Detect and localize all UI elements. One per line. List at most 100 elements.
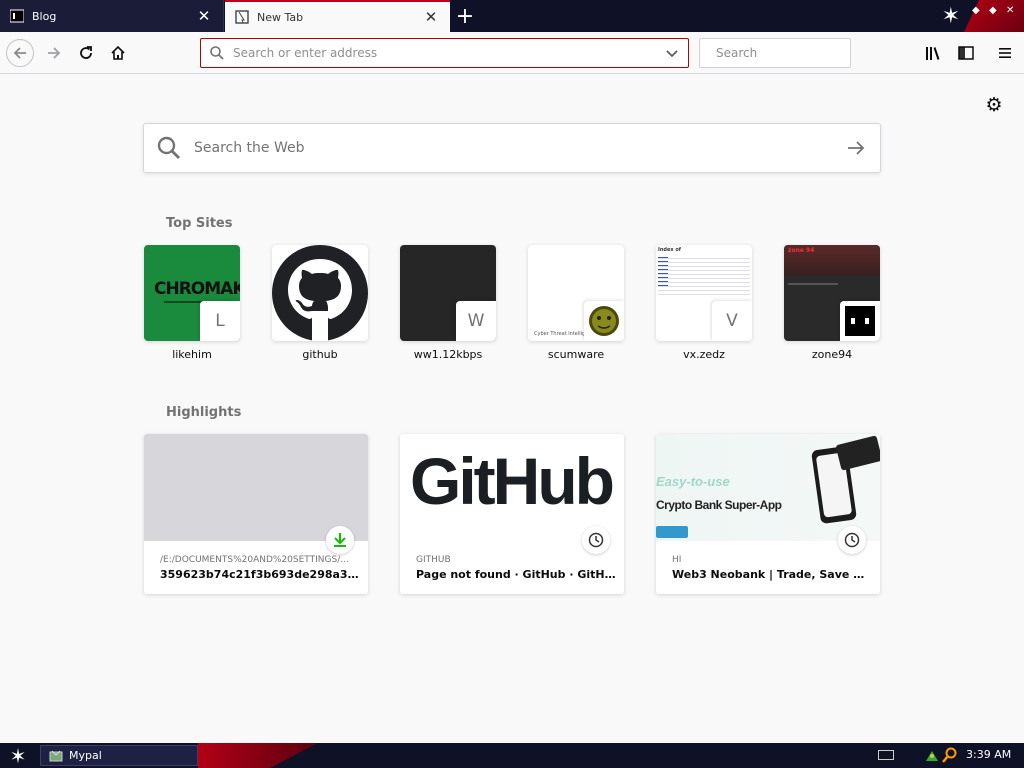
mypal-app-icon [49,750,63,761]
hamburger-menu-icon [999,48,1011,58]
history-badge [582,526,610,554]
promo-button [656,526,688,538]
top-site-zone94[interactable]: zone 94 zone94 [784,245,880,361]
search-bar[interactable] [699,38,866,68]
star-logo-icon: ✶ [941,4,960,29]
highlights-heading: Highlights [166,405,242,420]
maximize-icon[interactable]: ◆ [989,5,997,16]
top-site-vxzedz[interactable]: Index of V vx.zedz [656,245,752,361]
network-tray-icon[interactable] [924,747,940,763]
promo-tagline: Easy-to-use [656,474,730,489]
github-wordmark: GitHub [410,444,615,518]
newtab-favicon-icon [235,10,249,24]
highlight-title: Web3 Neobank | Trade, Save & ... [672,568,872,581]
reload-button[interactable] [72,39,100,67]
new-tab-button[interactable]: + [452,4,478,29]
site-letter-badge: L [200,301,240,341]
taskbar: ✶ Mypal 3:39 AM [0,743,1024,768]
search-input[interactable] [716,46,866,60]
thumbnail-heading: Index of [658,247,681,253]
promo-headline: Crypto Bank Super-App [656,498,782,512]
url-bar[interactable] [200,38,689,68]
card-mockup [835,435,880,471]
forward-button[interactable] [40,39,68,67]
highlight-card[interactable]: GitHub GITHUB Page not found · GitHub · … [400,434,624,594]
top-site-12kbps[interactable]: W ww1.12kbps [400,245,496,361]
search-icon [210,46,224,60]
thumbnail-logo-text: CHROMAK [154,279,240,299]
minimize-icon[interactable]: ◆ [972,5,980,16]
site-favicon-badge [840,301,880,341]
taskbar-item-mypal[interactable]: Mypal [40,745,198,766]
start-button[interactable]: ✶ [4,744,32,768]
site-thumbnail: CHROMAK L [144,245,240,341]
system-clock[interactable]: 3:39 AM [966,748,1011,761]
highlight-source: HI [672,555,682,565]
site-label: github [302,348,338,361]
site-thumbnail [272,245,368,341]
close-tab-icon[interactable]: ✕ [193,5,215,27]
clock-icon [844,532,860,548]
blog-favicon-icon [9,9,25,23]
home-button[interactable] [104,39,132,67]
new-tab-page: ⚙ Top Sites CHROMAK L likehim github [0,75,1024,743]
navigation-toolbar [0,32,1024,74]
reload-icon [80,46,92,59]
library-icon [926,47,940,60]
library-button[interactable] [922,41,946,65]
top-site-likehim[interactable]: CHROMAK L likehim [144,245,240,361]
back-arrow-icon [13,47,26,59]
tab-label: New Tab [257,10,304,24]
highlight-card[interactable]: Easy-to-use Crypto Bank Super-App HI Web… [656,434,880,594]
highlight-image: GitHub [400,434,624,541]
site-label: zone94 [811,348,853,361]
close-window-icon[interactable]: ✕ [1006,5,1014,16]
forward-arrow-icon [48,47,61,59]
taskbar-decoration [198,743,318,768]
highlight-title: Page not found · GitHub · GitHub [416,568,616,581]
web-search-input[interactable] [194,140,838,156]
sidebar-button[interactable] [954,41,978,65]
url-input[interactable] [233,46,660,60]
tab-label: Blog [32,9,57,23]
thumbnail-text: Cyber Threat Intellig [534,331,586,337]
top-site-github[interactable]: github [272,245,368,361]
site-label: likehim [172,348,212,361]
site-thumbnail: W [400,245,496,341]
highlight-card[interactable]: /E:/DOCUMENTS%20AND%20SETTINGS/V... 3596… [144,434,368,594]
top-site-scumware[interactable]: Cyber Threat Intellig scumware [528,245,624,361]
chevron-down-icon [666,50,678,58]
url-dropdown-button[interactable] [660,41,684,65]
highlight-image: Easy-to-use Crypto Bank Super-App [656,434,880,541]
download-icon [334,533,346,547]
settings-gear-icon[interactable]: ⚙ [983,94,1005,116]
site-favicon-badge [584,301,624,341]
highlight-image [144,434,368,541]
web-search-box[interactable] [143,123,881,173]
site-thumbnail: Index of V [656,245,752,341]
back-button[interactable] [6,39,34,67]
clock-icon [588,532,604,548]
search-tray-icon[interactable] [942,747,958,763]
home-icon [111,45,125,60]
menu-button[interactable] [993,41,1017,65]
scumware-favicon-icon [589,306,619,336]
keyboard-layout-icon[interactable] [878,750,894,760]
tab-blog[interactable]: Blog ✕ [0,0,224,32]
site-label: scumware [547,348,605,361]
site-thumbnail: zone 94 [784,245,880,341]
site-letter-badge: W [456,301,496,341]
site-label: vx.zedz [683,348,725,361]
thumbnail-heading: zone 94 [788,247,815,254]
highlight-source: GITHUB [416,555,451,565]
thumbnail-listing [658,255,750,295]
download-badge [326,526,354,554]
search-submit-button[interactable] [838,130,874,166]
site-label: ww1.12kbps [413,348,483,361]
tab-strip: Blog ✕ New Tab ✕ + ✶ ◆ ◆ ✕ [0,0,1024,32]
site-letter-badge: V [712,301,752,341]
arrow-right-icon [848,141,865,155]
tab-new-tab[interactable]: New Tab ✕ [225,0,450,32]
highlight-title: 359623b74c21f3b693de298a3c... [160,568,360,581]
close-tab-icon[interactable]: ✕ [420,6,442,28]
